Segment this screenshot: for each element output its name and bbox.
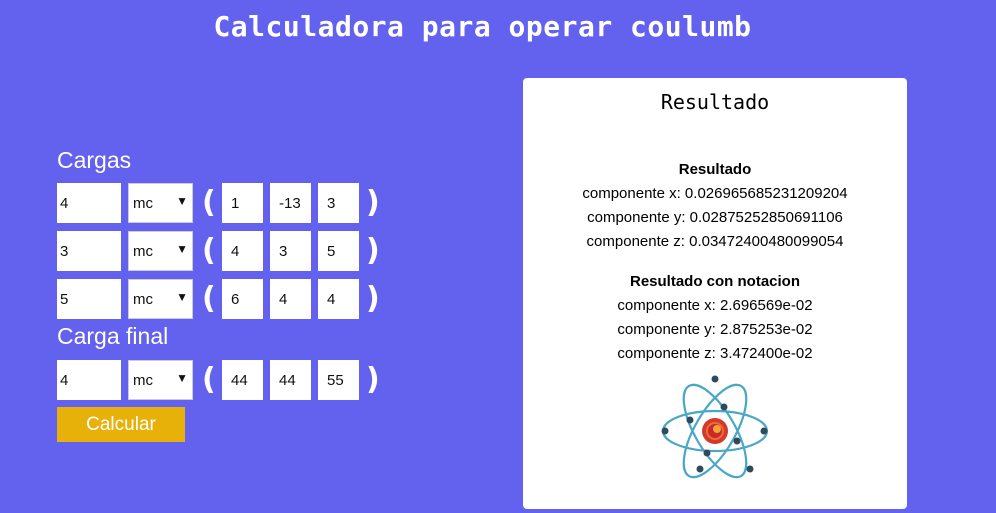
carga-final-label: Carga final [57,323,169,349]
calcular-button[interactable]: Calcular [57,407,185,442]
atom-icon [661,375,769,479]
unit-select[interactable]: mc ▼ [128,183,193,223]
x-coordinate-input[interactable] [222,279,263,319]
notation-component-z: componente z: 3.472400e-02 [617,345,813,362]
y-coordinate-input[interactable] [270,231,311,271]
result-block: Resultado componente x: 0.02696568523120… [523,158,907,254]
final-y-coordinate-input[interactable] [270,360,311,400]
unit-select[interactable]: mc ▼ [128,231,193,271]
result-panel: Resultado Resultado componente x: 0.0269… [523,78,907,509]
page-title: Calculadora para operar coulumb [213,10,752,43]
chevron-down-icon: ▼ [176,242,188,256]
x-coordinate-input[interactable] [222,183,263,223]
paren-open: ( [202,185,216,220]
cargas-label: Cargas [57,147,132,173]
charge-value-input[interactable] [57,231,121,271]
result-component-y: componente y: 0.02875252850691106 [587,209,843,226]
z-coordinate-input[interactable] [318,231,359,271]
paren-close: ) [366,281,380,316]
paren-close: ) [366,185,380,220]
final-charge-value-input[interactable] [57,360,121,400]
unit-select-value: mc [133,243,153,260]
unit-select-value: mc [133,372,153,389]
notation-component-y: componente y: 2.875253e-02 [617,321,813,338]
unit-select[interactable]: mc ▼ [128,279,193,319]
z-coordinate-input[interactable] [318,183,359,223]
notation-block: Resultado con notacion componente x: 2.6… [523,270,907,366]
final-unit-select[interactable]: mc ▼ [128,360,193,400]
paren-open: ( [202,281,216,316]
result-heading: Resultado [678,161,752,178]
chevron-down-icon: ▼ [176,371,188,385]
result-component-x: componente x: 0.026965685231209204 [582,185,848,202]
unit-select-value: mc [133,195,153,212]
chevron-down-icon: ▼ [176,290,188,304]
paren-close: ) [366,233,380,268]
notation-component-x: componente x: 2.696569e-02 [617,297,813,314]
notation-heading: Resultado con notacion [629,273,800,290]
y-coordinate-input[interactable] [270,183,311,223]
panel-title: Resultado [660,90,770,114]
chevron-down-icon: ▼ [176,194,188,208]
unit-select-value: mc [133,291,153,308]
x-coordinate-input[interactable] [222,231,263,271]
final-x-coordinate-input[interactable] [222,360,263,400]
charge-value-input[interactable] [57,183,121,223]
y-coordinate-input[interactable] [270,279,311,319]
paren-open: ( [202,362,216,397]
paren-open: ( [202,233,216,268]
result-component-z: componente z: 0.03472400480099054 [586,233,844,250]
z-coordinate-input[interactable] [318,279,359,319]
paren-close: ) [366,362,380,397]
final-z-coordinate-input[interactable] [318,360,359,400]
charge-value-input[interactable] [57,279,121,319]
